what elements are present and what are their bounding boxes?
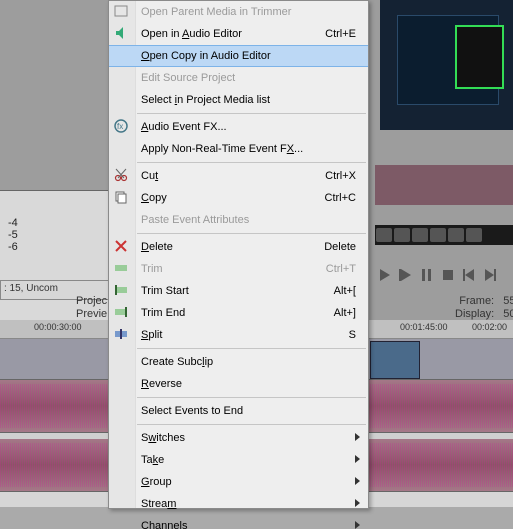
menu-item-split[interactable]: SplitS xyxy=(109,324,368,346)
menu-item-create-subclip[interactable]: Create Subclip xyxy=(109,351,368,373)
list-item[interactable]: -4 xyxy=(8,217,104,229)
menu-item-edit-source-project: Edit Source Project xyxy=(109,67,368,89)
fx-icon: fx xyxy=(113,118,131,136)
menu-item-open-copy-in-audio-editor[interactable]: Open Copy in Audio Editor xyxy=(109,45,368,67)
menu-separator xyxy=(137,424,366,425)
menu-item-open-parent-media-in-trimmer: Open Parent Media in Trimmer xyxy=(109,1,368,23)
next-icon[interactable] xyxy=(483,268,497,282)
trim-icon xyxy=(113,260,131,278)
menu-separator xyxy=(137,397,366,398)
menu-item-apply-non-real-time-event-fx[interactable]: Apply Non-Real-Time Event FX... xyxy=(109,138,368,160)
menu-item-open-in-audio-editor[interactable]: Open in Audio EditorCtrl+E xyxy=(109,23,368,45)
menu-item-stream[interactable]: Stream xyxy=(109,493,368,515)
play-from-start-icon[interactable] xyxy=(399,268,413,282)
menu-separator xyxy=(137,233,366,234)
menu-item-group[interactable]: Group xyxy=(109,471,368,493)
context-menu: Open Parent Media in TrimmerOpen in Audi… xyxy=(108,0,369,509)
menu-item-cut[interactable]: CutCtrl+X xyxy=(109,165,368,187)
video-clip[interactable] xyxy=(370,341,420,379)
stop-icon[interactable] xyxy=(441,268,455,282)
play-icon[interactable] xyxy=(378,268,392,282)
menu-item-channels[interactable]: Channels xyxy=(109,515,368,529)
trimmer-icon xyxy=(113,3,131,21)
svg-text:fx: fx xyxy=(117,122,123,131)
menu-item-trim-end[interactable]: Trim EndAlt+] xyxy=(109,302,368,324)
trimend-icon xyxy=(113,304,131,322)
menu-item-take[interactable]: Take xyxy=(109,449,368,471)
audio-preview-wave xyxy=(375,165,513,205)
menu-item-select-in-project-media-list[interactable]: Select in Project Media list xyxy=(109,89,368,111)
menu-separator xyxy=(137,348,366,349)
menu-item-copy[interactable]: CopyCtrl+C xyxy=(109,187,368,209)
menu-separator xyxy=(137,113,366,114)
cut-icon xyxy=(113,167,131,185)
project-preview-labels: Projec Previe xyxy=(76,295,107,321)
menu-item-audio-event-fx[interactable]: fxAudio Event FX... xyxy=(109,116,368,138)
menu-item-paste-event-attributes: Paste Event Attributes xyxy=(109,209,368,231)
copy-icon xyxy=(113,189,131,207)
split-icon xyxy=(113,326,131,344)
pause-icon[interactable] xyxy=(420,268,434,282)
transport-controls xyxy=(376,268,513,288)
screenshot-taskbar xyxy=(375,225,513,245)
delete-icon xyxy=(113,238,131,256)
menu-item-reverse[interactable]: Reverse xyxy=(109,373,368,395)
video-content xyxy=(455,25,504,89)
menu-item-trim: TrimCtrl+T xyxy=(109,258,368,280)
audio-icon xyxy=(113,25,131,43)
list-item[interactable]: -6 xyxy=(8,241,104,253)
list-item[interactable]: -5 xyxy=(8,229,104,241)
menu-item-delete[interactable]: DeleteDelete xyxy=(109,236,368,258)
prev-icon[interactable] xyxy=(462,268,476,282)
menu-item-select-events-to-end[interactable]: Select Events to End xyxy=(109,400,368,422)
menu-item-trim-start[interactable]: Trim StartAlt+[ xyxy=(109,280,368,302)
trimstart-icon xyxy=(113,282,131,300)
menu-separator xyxy=(137,162,366,163)
frame-display: Frame: 55 Display: 50 xyxy=(455,295,513,321)
menu-item-switches[interactable]: Switches xyxy=(109,427,368,449)
